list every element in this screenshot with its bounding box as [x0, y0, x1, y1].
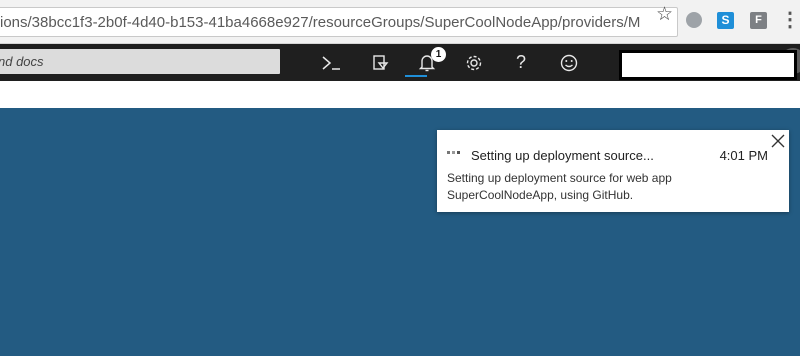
star-icon[interactable]: ☆: [656, 3, 673, 26]
search-box[interactable]: nd docs: [0, 49, 280, 74]
gear-icon[interactable]: [456, 44, 492, 81]
account-redacted-box[interactable]: [619, 50, 797, 80]
active-indicator: [405, 75, 427, 77]
azure-top-nav: nd docs 1 ?: [0, 44, 800, 81]
directory-filter-icon[interactable]: [362, 44, 398, 81]
url-text[interactable]: ions/38bcc1f3-2b0f-4d40-b153-41ba4668e92…: [0, 14, 640, 31]
notification-body-line: SuperCoolNodeApp, using GitHub.: [447, 188, 634, 202]
help-icon[interactable]: ?: [503, 44, 539, 81]
notification-title: Setting up deployment source...: [471, 148, 654, 163]
chat-bubble-icon[interactable]: [686, 12, 702, 28]
menu-dots-icon[interactable]: ⋮: [780, 9, 800, 31]
blade-header-strip: [0, 81, 800, 108]
notification-time: 4:01 PM: [719, 148, 768, 163]
f-extension-icon[interactable]: F: [750, 12, 767, 29]
browser-toolbar: ions/38bcc1f3-2b0f-4d40-b153-41ba4668e92…: [0, 0, 800, 44]
notification-body: Setting up deployment source for web app…: [447, 170, 777, 204]
search-placeholder[interactable]: nd docs: [0, 54, 44, 69]
close-icon[interactable]: [770, 133, 786, 149]
skype-icon[interactable]: S: [717, 12, 734, 29]
progress-dots-icon: [447, 151, 460, 154]
cloud-shell-icon[interactable]: [313, 44, 349, 81]
feedback-smile-icon[interactable]: [551, 44, 587, 81]
notification-toast[interactable]: Setting up deployment source... 4:01 PM …: [437, 130, 789, 212]
notification-body-line: Setting up deployment source for web app: [447, 171, 672, 185]
notification-count-badge: 1: [431, 47, 446, 62]
address-bar[interactable]: ions/38bcc1f3-2b0f-4d40-b153-41ba4668e92…: [0, 7, 678, 37]
